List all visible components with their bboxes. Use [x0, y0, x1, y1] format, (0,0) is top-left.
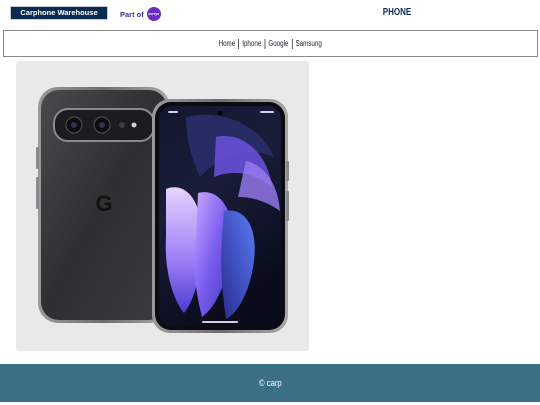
- product-image[interactable]: G: [16, 61, 309, 351]
- part-of-currys: Part of currys: [120, 7, 161, 21]
- site-header: Carphone Warehouse Part of currys PHONE: [0, 0, 540, 28]
- currys-badge-icon: currys: [146, 7, 161, 21]
- carphone-warehouse-logo[interactable]: Carphone Warehouse: [10, 6, 108, 20]
- google-g-icon: G: [95, 191, 112, 216]
- nav-link-iphone[interactable]: Iphone: [239, 39, 264, 48]
- nav-link-google[interactable]: Google: [266, 39, 292, 48]
- nav-link-home[interactable]: Home: [216, 39, 239, 48]
- nav-link-samsung[interactable]: Samsung: [293, 39, 326, 48]
- page-heading: PHONE: [382, 7, 412, 18]
- main-nav: Home Iphone Google Samsung: [3, 30, 538, 57]
- copyright-text: © carp: [258, 378, 282, 388]
- phone-illustration: G: [36, 87, 289, 333]
- nav-list: Home Iphone Google Samsung: [216, 38, 326, 49]
- part-of-label: Part of: [120, 9, 144, 19]
- site-footer: © carp: [0, 364, 540, 402]
